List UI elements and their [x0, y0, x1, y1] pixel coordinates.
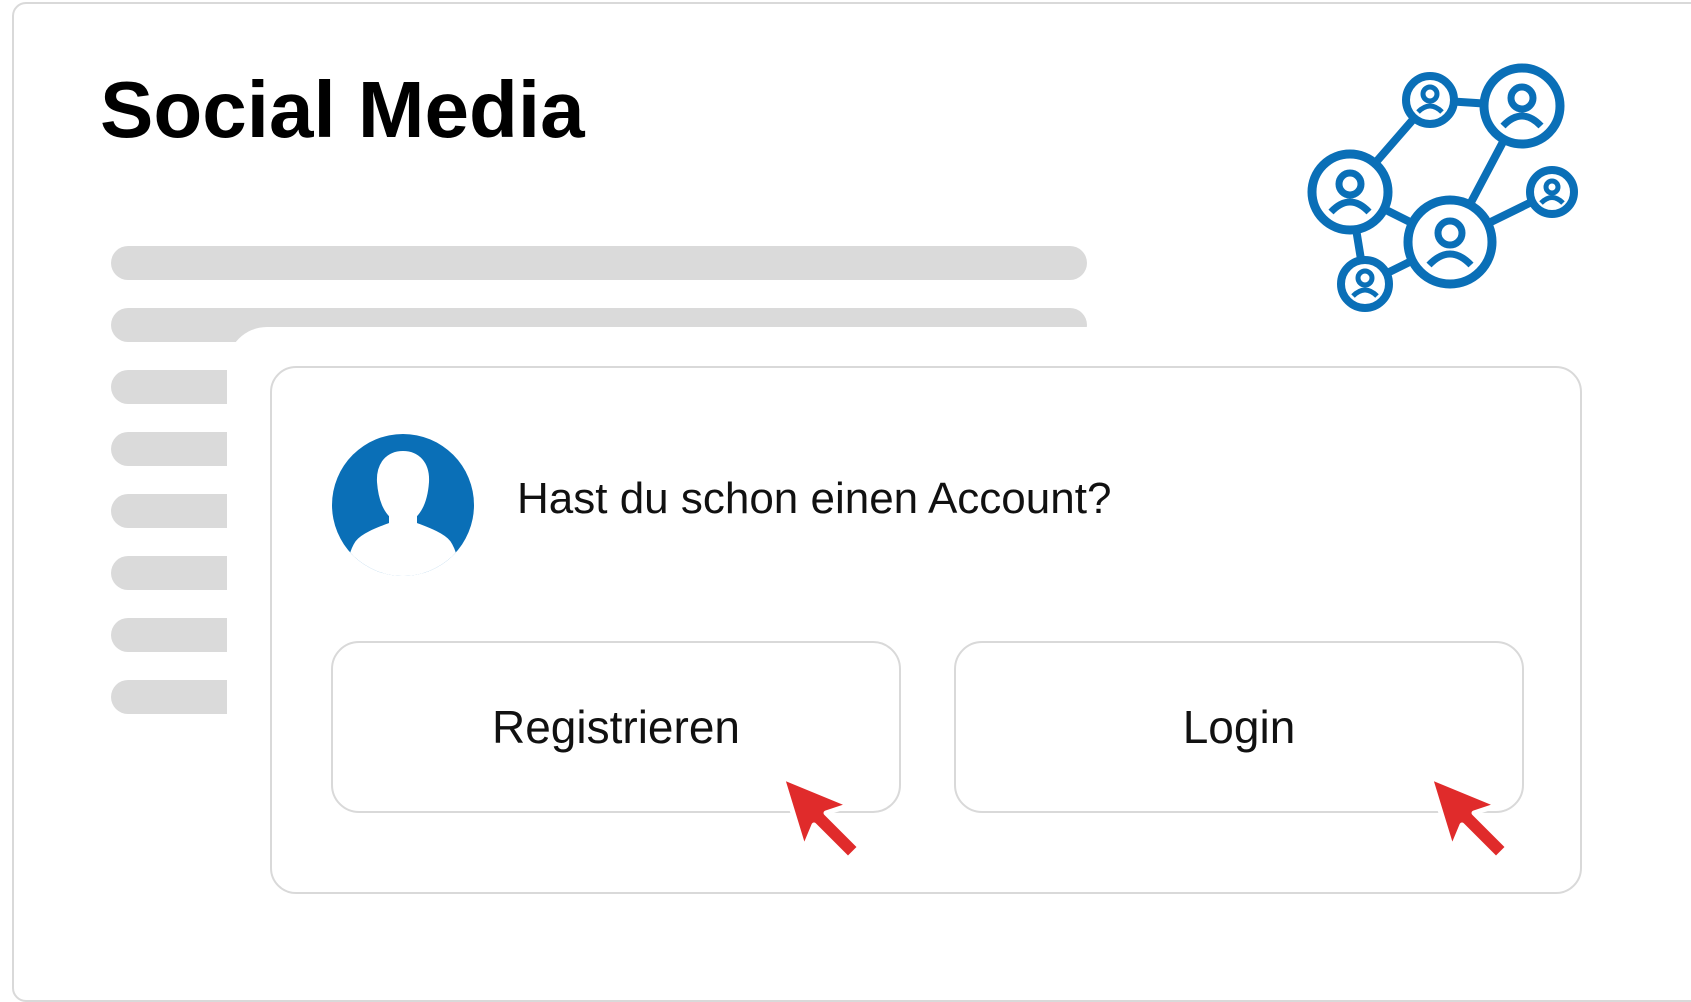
- text-placeholder-line: [111, 246, 1087, 280]
- user-avatar-icon: [332, 434, 474, 576]
- page-title: Social Media: [100, 65, 585, 154]
- mouse-pointer-icon: [1427, 774, 1511, 862]
- mouse-pointer-icon: [779, 774, 863, 862]
- social-network-icon: [1307, 63, 1578, 312]
- account-question: Hast du schon einen Account?: [517, 474, 1112, 523]
